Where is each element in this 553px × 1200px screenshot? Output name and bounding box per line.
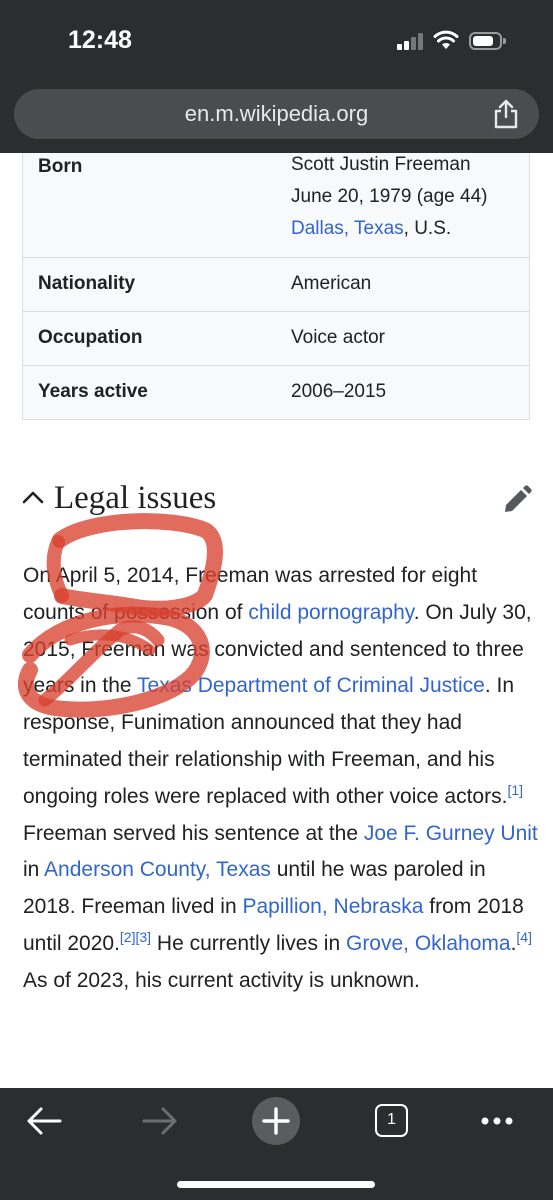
reference-4[interactable]: [4]: [516, 929, 532, 945]
infobox-value: Scott Justin Freeman June 20, 1979 (age …: [291, 149, 488, 245]
infobox-row-years-active: Years active 2006–2015: [23, 366, 529, 419]
wifi-icon: [433, 30, 459, 49]
reference-1[interactable]: [1]: [507, 782, 523, 798]
text-run: Freeman served his sentence at the: [23, 821, 364, 845]
section-title: Legal issues: [54, 480, 217, 516]
pencil-edit-icon[interactable]: [502, 485, 532, 515]
section-header-legal-issues[interactable]: Legal issues: [22, 478, 532, 528]
infobox-value: Voice actor: [291, 327, 385, 348]
text-run: As of 2023, his current activity is unkn…: [23, 968, 420, 992]
link-joe-f-gurney-unit[interactable]: Joe F. Gurney Unit: [364, 822, 538, 845]
born-date: June 20, 1979 (age 44): [291, 186, 488, 207]
reference-2[interactable]: [2]: [120, 929, 136, 945]
link-papillion-nebraska[interactable]: Papillion, Nebraska: [242, 895, 423, 918]
battery-icon: [469, 32, 506, 50]
text-run: He currently lives in: [151, 931, 346, 955]
born-place-suffix: , U.S.: [403, 218, 452, 239]
cellular-signal-icon: [397, 32, 427, 50]
infobox-row-nationality: Nationality American: [23, 258, 529, 312]
share-icon[interactable]: [493, 99, 519, 129]
infobox-table: Born Scott Justin Freeman June 20, 1979 …: [22, 153, 530, 420]
back-arrow-icon[interactable]: [26, 1106, 62, 1136]
more-menu-icon[interactable]: [480, 1116, 514, 1126]
tab-switcher-button[interactable]: 1: [375, 1104, 408, 1137]
link-grove-oklahoma[interactable]: Grove, Oklahoma: [346, 932, 511, 955]
infobox-label: Nationality: [38, 273, 136, 294]
browser-top-bar: 12:48 en.m.wikipedia.org: [0, 0, 553, 153]
status-time: 12:48: [68, 26, 132, 54]
chevron-up-icon[interactable]: [22, 490, 44, 504]
reference-3[interactable]: [3]: [136, 929, 152, 945]
plus-icon: [262, 1107, 290, 1135]
infobox-label: Occupation: [38, 327, 143, 348]
address-bar[interactable]: en.m.wikipedia.org: [14, 89, 539, 139]
article-paragraph: On April 5, 2014, Freeman was arrested f…: [23, 558, 538, 1000]
forward-arrow-icon[interactable]: [142, 1106, 178, 1136]
text-run: in: [23, 858, 45, 882]
infobox-label: Years active: [38, 381, 148, 402]
born-name: Scott Justin Freeman: [291, 154, 471, 175]
born-place-link[interactable]: Dallas, Texas: [291, 218, 404, 239]
link-anderson-county-texas[interactable]: Anderson County, Texas: [44, 858, 271, 881]
infobox-value: American: [291, 273, 372, 294]
new-tab-button[interactable]: [252, 1097, 300, 1145]
infobox-value: 2006–2015: [291, 381, 387, 402]
infobox-row-occupation: Occupation Voice actor: [23, 312, 529, 366]
address-url[interactable]: en.m.wikipedia.org: [14, 101, 539, 127]
infobox-label: Born: [38, 156, 83, 177]
infobox-row-born: Born Scott Justin Freeman June 20, 1979 …: [23, 153, 529, 258]
link-child-pornography[interactable]: child pornography: [248, 601, 413, 624]
home-indicator[interactable]: [177, 1181, 375, 1188]
born-place: Dallas, Texas, U.S.: [291, 213, 488, 245]
tab-count: 1: [387, 1111, 396, 1128]
link-texas-department-of-criminal-justice[interactable]: Texas Department of Criminal Justice: [137, 674, 485, 697]
